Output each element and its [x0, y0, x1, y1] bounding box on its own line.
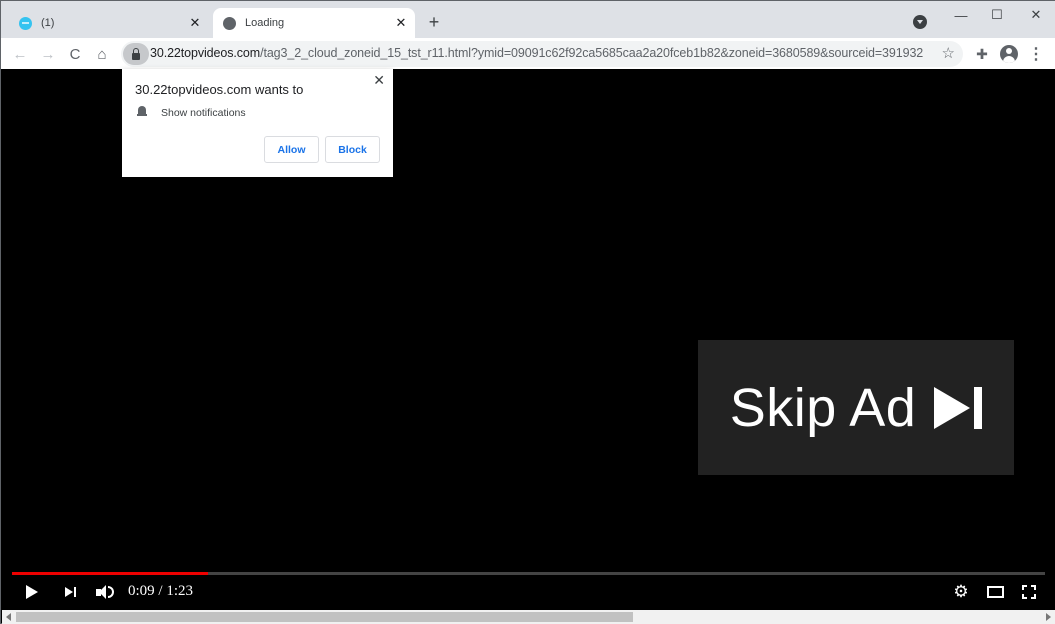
fullscreen-button[interactable] — [1020, 581, 1038, 603]
tab-strip: (1) ✕ Loading ✕ + — ☐ ✕ — [1, 1, 1055, 38]
tab-inactive[interactable]: (1) ✕ — [9, 8, 209, 38]
skip-ad-button[interactable]: Skip Ad — [698, 340, 1014, 475]
new-tab-button[interactable]: + — [425, 12, 443, 32]
allow-button[interactable]: Allow — [264, 136, 319, 163]
prompt-close-icon[interactable]: ✕ — [373, 72, 385, 89]
forward-button[interactable]: → — [37, 43, 59, 65]
skip-next-icon — [64, 587, 76, 597]
progress-played — [12, 572, 209, 575]
reload-button[interactable]: C — [64, 43, 86, 65]
settings-gear-icon[interactable]: ⚙ — [951, 581, 971, 603]
url-host: 30.22topvideos.com — [150, 46, 261, 60]
minimize-button[interactable]: — — [946, 5, 976, 25]
menu-icon[interactable]: ⋮ — [1025, 43, 1047, 65]
address-bar[interactable]: 30.22topvideos.com/tag3_2_cloud_zoneid_1… — [121, 41, 963, 67]
bell-icon — [137, 106, 147, 117]
prompt-title: 30.22topvideos.com wants to — [135, 82, 304, 97]
site-info-button[interactable] — [123, 43, 149, 65]
notification-permission-prompt: 30.22topvideos.com wants to ✕ Show notif… — [122, 69, 393, 177]
site-favicon-icon — [19, 16, 32, 30]
browser-window: (1) ✕ Loading ✕ + — ☐ ✕ ← → C ⌂ 30.22top… — [0, 0, 1055, 624]
volume-button[interactable] — [94, 581, 116, 603]
play-icon — [26, 585, 38, 599]
profile-icon — [1000, 45, 1018, 63]
theater-mode-button[interactable] — [985, 581, 1005, 603]
volume-icon — [96, 585, 114, 599]
home-button[interactable]: ⌂ — [91, 43, 113, 65]
tab-active[interactable]: Loading ✕ — [213, 8, 415, 38]
play-button[interactable] — [23, 581, 41, 603]
horizontal-scrollbar[interactable] — [2, 610, 1055, 624]
video-progress-bar[interactable] — [12, 572, 1045, 575]
fullscreen-icon — [1022, 585, 1036, 599]
tab-close-icon[interactable]: ✕ — [393, 15, 409, 31]
time-display: 0:09 / 1:23 — [128, 583, 194, 599]
theater-icon — [986, 586, 1004, 598]
browser-toolbar: ← → C ⌂ 30.22topvideos.com/tag3_2_cloud_… — [1, 38, 1055, 69]
permission-label: Show notifications — [161, 107, 246, 119]
back-button[interactable]: ← — [9, 43, 31, 65]
profile-button[interactable] — [998, 43, 1020, 65]
url-text[interactable]: 30.22topvideos.com/tag3_2_cloud_zoneid_1… — [150, 46, 923, 60]
scrollbar-thumb[interactable] — [16, 612, 633, 622]
extensions-icon[interactable]: ✚ — [971, 43, 993, 65]
block-button[interactable]: Block — [325, 136, 380, 163]
url-path: /tag3_2_cloud_zoneid_15_tst_r11.html?ymi… — [260, 46, 924, 60]
scroll-right-icon[interactable] — [1046, 613, 1051, 621]
skip-ad-label: Skip Ad — [729, 377, 917, 438]
next-button[interactable] — [61, 581, 79, 603]
globe-icon — [223, 16, 236, 30]
bookmark-star-icon[interactable]: ☆ — [942, 44, 955, 62]
skip-next-icon — [934, 386, 983, 429]
maximize-button[interactable]: ☐ — [982, 5, 1012, 25]
tab-title: Loading — [245, 17, 285, 29]
tab-close-icon[interactable]: ✕ — [187, 15, 203, 31]
lock-icon — [132, 47, 140, 60]
scroll-left-icon[interactable] — [6, 613, 11, 621]
tab-search-icon[interactable] — [913, 15, 927, 29]
tab-title: (1) — [41, 17, 55, 29]
close-window-button[interactable]: ✕ — [1021, 5, 1051, 25]
